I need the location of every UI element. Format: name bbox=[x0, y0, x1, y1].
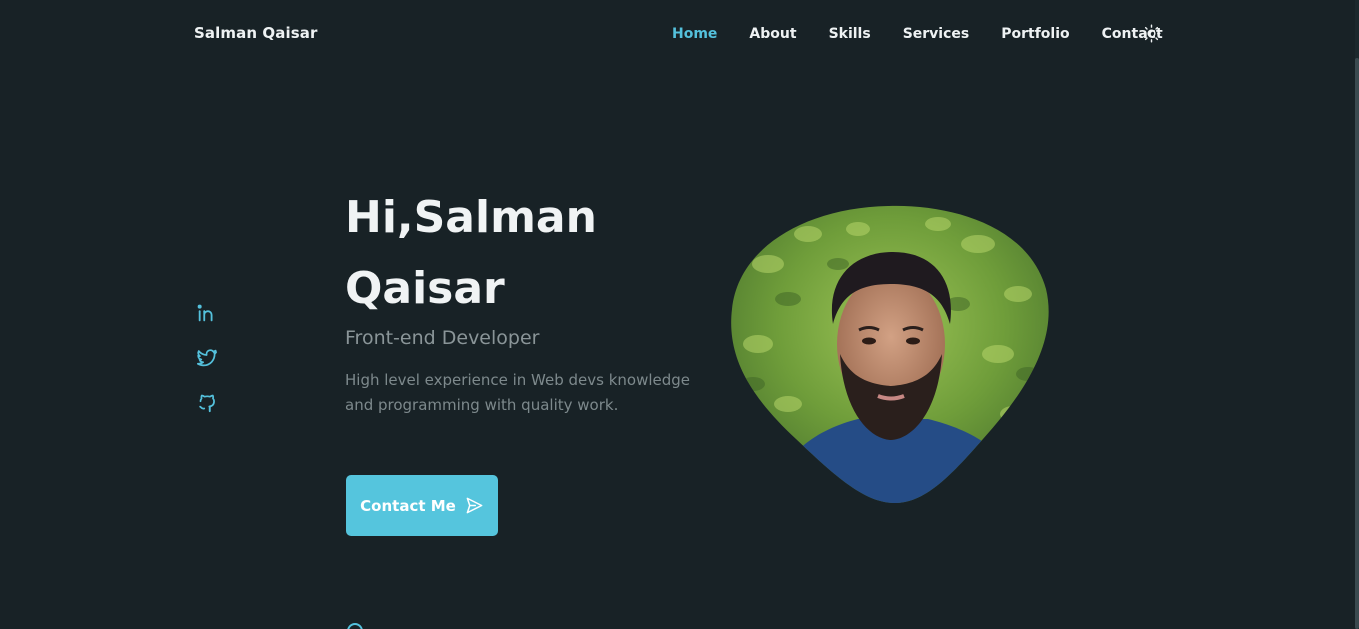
hero-description: High level experience in Web devs knowle… bbox=[345, 371, 691, 414]
page-scrollbar[interactable] bbox=[1355, 0, 1359, 629]
hero-title-line-2: Qaisar bbox=[345, 263, 505, 314]
header: Salman Qaisar Home About Skills Services… bbox=[0, 0, 1355, 68]
github-icon[interactable] bbox=[196, 392, 218, 414]
twitter-icon[interactable] bbox=[196, 347, 218, 369]
contact-me-label: Contact Me bbox=[360, 496, 456, 515]
nav-item-portfolio[interactable]: Portfolio bbox=[1001, 26, 1069, 42]
send-icon bbox=[465, 496, 484, 515]
hero-subtitle: Front-end Developer bbox=[345, 327, 540, 349]
nav-item-skills[interactable]: Skills bbox=[829, 26, 871, 42]
nav-item-about[interactable]: About bbox=[749, 26, 796, 42]
contact-me-button[interactable]: Contact Me bbox=[346, 475, 498, 536]
hero-title: Hi,Salman Qaisar bbox=[345, 182, 705, 324]
site-logo[interactable]: Salman Qaisar bbox=[194, 24, 317, 42]
main-nav: Home About Skills Services Portfolio Con… bbox=[672, 24, 1195, 44]
nav-item-home[interactable]: Home bbox=[672, 26, 717, 42]
page: Salman Qaisar Home About Skills Services… bbox=[0, 0, 1359, 629]
sun-icon[interactable] bbox=[1142, 24, 1161, 43]
social-links bbox=[196, 302, 220, 437]
linkedin-icon[interactable] bbox=[196, 302, 218, 324]
scrollbar-thumb[interactable] bbox=[1355, 58, 1359, 629]
profile-photo bbox=[728, 204, 1054, 506]
hero-title-line-1: Hi,Salman bbox=[345, 192, 597, 243]
scroll-down-indicator[interactable] bbox=[347, 623, 363, 629]
nav-item-services[interactable]: Services bbox=[903, 26, 970, 42]
